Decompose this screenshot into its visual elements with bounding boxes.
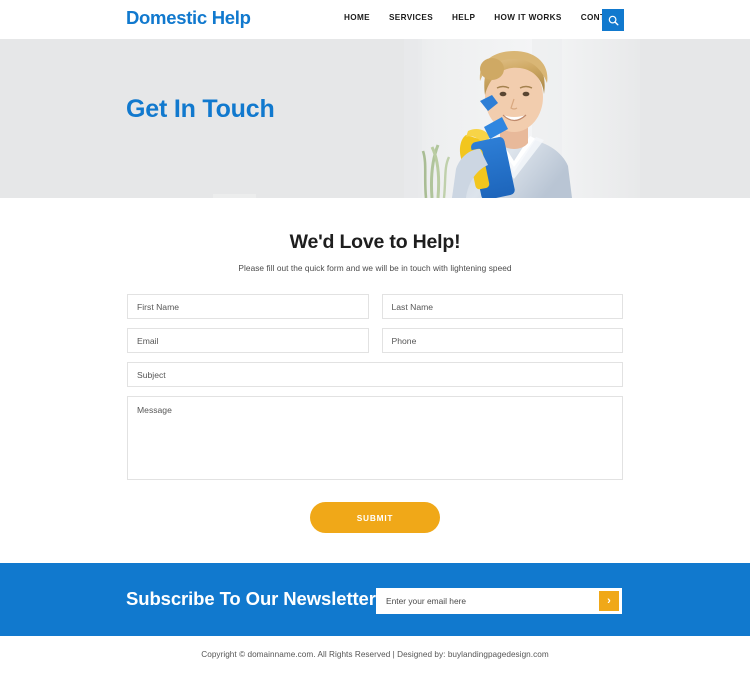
search-button[interactable] <box>602 9 624 31</box>
hero-banner: Get In Touch <box>0 39 750 198</box>
site-logo[interactable]: Domestic Help <box>126 7 251 29</box>
nav-item-home[interactable]: HOME <box>344 13 370 22</box>
hero-photo <box>380 39 640 198</box>
form-row-name <box>127 294 623 319</box>
page-title: Get In Touch <box>126 95 275 123</box>
nav-item-how-it-works[interactable]: HOW IT WORKS <box>494 13 561 22</box>
copyright-text: Copyright © domainname.com. All Rights R… <box>201 650 549 659</box>
phone-input[interactable] <box>381 328 623 353</box>
message-textarea[interactable] <box>127 396 623 480</box>
newsletter-form: › <box>376 588 622 614</box>
submit-button[interactable]: SUBMIT <box>310 502 440 533</box>
form-subheading: Please fill out the quick form and we wi… <box>238 263 512 273</box>
main-navigation: HOME SERVICES HELP HOW IT WORKS CONTACT <box>344 13 623 22</box>
site-header: Domestic Help HOME SERVICES HELP HOW IT … <box>0 0 750 39</box>
subject-input[interactable] <box>127 362 623 387</box>
landing-page: Domestic Help HOME SERVICES HELP HOW IT … <box>0 0 750 673</box>
contact-form-section: We'd Love to Help! Please fill out the q… <box>0 198 750 563</box>
newsletter-section: Subscribe To Our Newsletter <box>0 563 750 636</box>
submit-row: SUBMIT <box>127 502 623 533</box>
first-name-input[interactable] <box>127 294 369 319</box>
form-row-contact <box>127 328 623 353</box>
email-input[interactable] <box>127 328 369 353</box>
nav-item-help[interactable]: HELP <box>452 13 475 22</box>
newsletter-email-input[interactable] <box>376 588 599 614</box>
newsletter-submit-button[interactable]: › <box>599 591 619 611</box>
nav-item-services[interactable]: SERVICES <box>389 13 433 22</box>
last-name-input[interactable] <box>381 294 623 319</box>
newsletter-title: Subscribe To Our Newsletter <box>126 588 376 609</box>
search-icon <box>608 15 619 26</box>
site-footer: Copyright © domainname.com. All Rights R… <box>0 636 750 673</box>
form-heading: We'd Love to Help! <box>289 231 461 253</box>
contact-form: SUBMIT <box>127 294 623 533</box>
chevron-right-icon: › <box>607 594 611 607</box>
